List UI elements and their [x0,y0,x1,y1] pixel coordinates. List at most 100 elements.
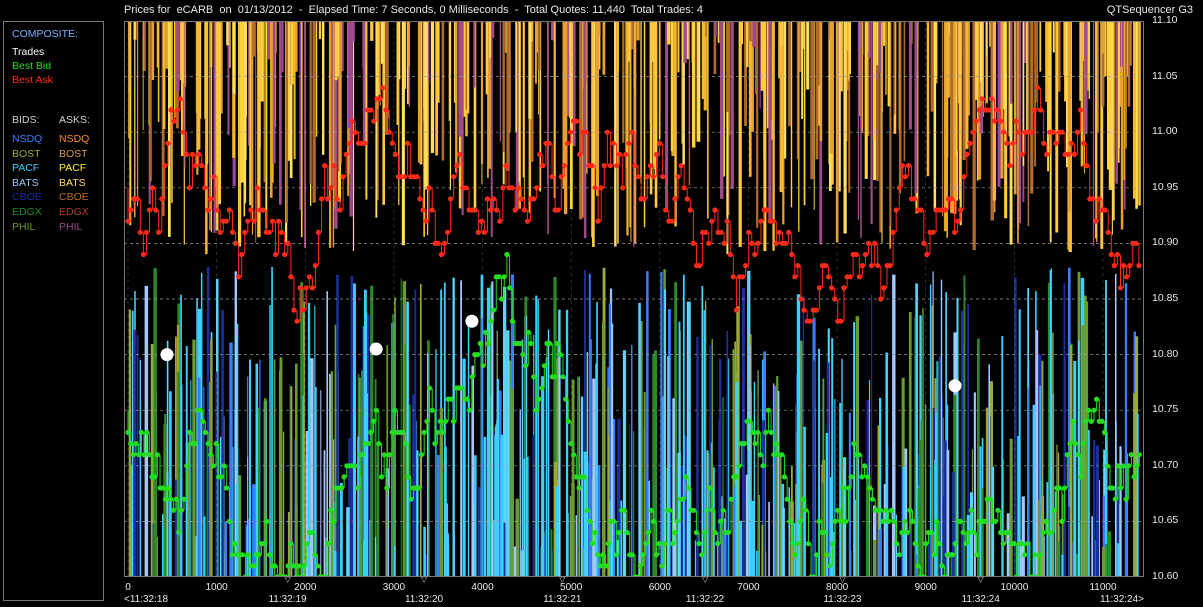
best-ask-point [912,196,918,202]
best-ask-point [512,207,518,213]
ask-quote-bar [1022,21,1025,166]
ask-quote-bar [997,21,1001,187]
bid-quote-bar [586,352,589,577]
best-bid-point [653,552,659,558]
bid-quote-bar [694,540,697,577]
best-bid-point [637,563,643,569]
best-ask-point [567,129,574,135]
ask-quote-bar [980,21,982,83]
best-bid-point [552,374,558,380]
best-ask-point [826,274,832,280]
ask-quote-bar [688,21,691,186]
best-ask-point [684,196,690,202]
best-bid-point [645,529,651,536]
y-tick-label: 10.75 [1152,403,1179,416]
best-bid-point [368,429,374,435]
best-ask-point [829,285,835,291]
best-bid-point [354,485,361,491]
ask-quote-bar [332,21,335,248]
ask-quote-bar [1111,21,1113,235]
best-ask-point [500,185,506,191]
best-ask-point [229,229,236,235]
ask-quote-bar [427,21,429,236]
ask-quote-bar [1027,21,1030,227]
best-ask-point [156,229,162,235]
best-bid-point [152,474,158,480]
best-ask-point [786,229,792,235]
best-ask-point [534,185,540,191]
best-ask-point [315,229,322,235]
bid-quote-bar [346,507,350,577]
ask-quote-bar [748,21,752,42]
best-ask-point [706,240,712,246]
ask-quote-bar [401,21,405,246]
best-bid-point [386,452,393,458]
bid-quote-bar [761,524,764,577]
best-ask-point [721,240,727,246]
bid-quote-bar [1014,277,1017,577]
ask-quote-bar [962,21,966,160]
best-bid-point [982,518,988,524]
ask-quote-bar [779,21,783,47]
legend-ask-edgx: EDGX [59,206,89,218]
best-bid-point [966,529,972,536]
best-bid-point [904,529,910,536]
ask-quote-bar [1000,21,1004,179]
best-ask-point [1074,129,1081,135]
ask-quote-bar [838,21,841,192]
best-bid-point [507,285,513,291]
best-ask-point [1059,129,1065,135]
ask-quote-bar [564,21,568,215]
best-bid-point [547,340,553,347]
best-ask-point [727,251,733,258]
ask-quote-bar [295,21,298,72]
best-bid-point [827,563,833,569]
bid-quote-bar [1063,357,1066,577]
best-bid-point [928,529,934,536]
x-tick-label: 7000 [737,582,760,593]
ask-quote-bar [752,21,756,47]
best-bid-point [130,452,136,458]
best-ask-point [789,251,795,258]
best-ask-point [746,229,752,235]
best-bid-point [1094,396,1100,402]
best-ask-point [1127,263,1133,269]
best-ask-point [657,140,663,146]
best-bid-point [330,518,337,524]
bid-quote-bar [540,546,543,577]
best-ask-point [558,174,564,180]
bid-quote-bar [423,526,426,577]
ask-quote-bar [691,21,694,63]
best-bid-point [1080,441,1086,447]
best-ask-point [438,251,444,258]
best-bid-point [949,552,956,558]
best-bid-point [835,507,841,513]
best-bid-point [1019,541,1025,547]
time-tick-label: 11:32:23 [823,594,862,605]
bid-quote-bar [1102,546,1106,577]
best-ask-point [995,107,1001,113]
bid-quote-bar [519,409,521,577]
best-bid-point [912,541,918,547]
ask-quote-bar [396,21,399,125]
bid-quote-bar [988,364,990,577]
ask-quote-bar [876,21,879,66]
bid-quote-bar [741,287,745,577]
best-bid-point [501,274,507,280]
best-ask-point [1124,274,1130,280]
app-name: QTSequencer G3 [1106,4,1193,16]
bid-quote-bar [366,393,369,577]
ask-quote-bar [772,21,775,251]
best-bid-point [1048,529,1054,536]
bid-quote-bar [273,359,276,577]
best-bid-point [520,352,526,358]
ask-quote-bar [226,21,229,46]
best-bid-point [693,529,700,536]
best-ask-point [309,285,315,291]
ask-quote-bar [176,21,180,92]
best-bid-point [536,396,542,402]
best-ask-point [248,207,254,213]
ask-quote-bar [218,21,221,205]
best-ask-point [288,274,294,280]
ask-quote-bar [481,21,483,185]
